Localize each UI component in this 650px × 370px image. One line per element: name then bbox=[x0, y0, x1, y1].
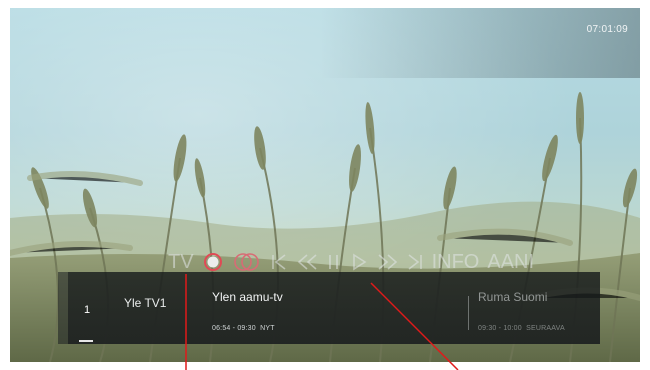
next-program-time: 09:30 - 10:00 SEURAAVA bbox=[478, 325, 565, 332]
next-program-title: Ruma Suomi bbox=[478, 290, 548, 304]
next-program-timerange: 09:30 - 10:00 bbox=[478, 325, 522, 332]
current-program-timerange: 06:54 - 09:30 bbox=[212, 325, 256, 332]
channel-number: 1 bbox=[84, 304, 91, 316]
rewind-icon[interactable] bbox=[296, 250, 318, 274]
channel-name: Yle TV1 bbox=[124, 296, 167, 310]
current-program-tag: NYT bbox=[260, 325, 275, 332]
info-bar-edge bbox=[58, 272, 68, 344]
skip-back-icon[interactable] bbox=[270, 250, 288, 274]
skip-forward-icon[interactable] bbox=[406, 250, 424, 274]
playback-controls: TV INFO AANI bbox=[168, 250, 542, 274]
pause-icon[interactable] bbox=[326, 250, 342, 274]
program-divider bbox=[468, 296, 469, 330]
play-icon[interactable] bbox=[350, 250, 368, 274]
channel-number-underline bbox=[79, 340, 93, 342]
current-program-time: 06:54 - 09:30 NYT bbox=[212, 325, 275, 332]
dual-record-icon[interactable] bbox=[232, 250, 262, 274]
fast-forward-icon[interactable] bbox=[376, 250, 398, 274]
audio-button[interactable]: AANI bbox=[487, 250, 534, 274]
clock: 07:01:09 bbox=[586, 24, 628, 35]
tv-button[interactable]: TV bbox=[168, 250, 194, 274]
current-program-title: Ylen aamu-tv bbox=[212, 290, 283, 304]
record-icon[interactable] bbox=[202, 250, 224, 274]
next-program-tag: SEURAAVA bbox=[526, 325, 565, 332]
info-button[interactable]: INFO bbox=[432, 250, 480, 274]
